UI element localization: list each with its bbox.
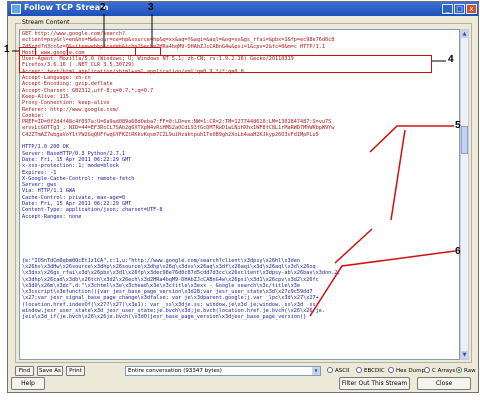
- chevron-down-icon[interactable]: ▼: [312, 367, 320, 375]
- app-icon: [11, 4, 21, 14]
- scroll-up-icon[interactable]: ▲: [461, 30, 468, 38]
- callout-2: 2: [100, 2, 106, 13]
- callout-4: 4: [448, 54, 454, 65]
- save-as-button[interactable]: Save As: [37, 366, 63, 376]
- radio-raw-dot[interactable]: [456, 367, 462, 373]
- minimize-button[interactable]: _: [442, 4, 453, 14]
- radio-raw-label: Raw: [464, 368, 476, 374]
- help-button[interactable]: Help: [11, 377, 45, 390]
- radio-hex-dump-dot[interactable]: [388, 367, 394, 373]
- filter-out-stream-button[interactable]: Filter Out This Stream: [339, 377, 410, 390]
- maximize-button[interactable]: □: [454, 4, 465, 14]
- title-bar[interactable]: Follow TCP Stream _ □ x: [8, 2, 478, 16]
- radio-ascii-label: ASCII: [335, 368, 350, 374]
- callout-5: 5: [455, 120, 461, 131]
- stream-content-label: Stream Content: [21, 19, 71, 26]
- callout-3: 3: [148, 2, 154, 13]
- print-button[interactable]: Print: [66, 366, 85, 376]
- radio-c-arrays[interactable]: C Arrays: [424, 367, 455, 374]
- radio-c-arrays-label: C Arrays: [432, 368, 456, 374]
- radio-ebcdic[interactable]: EBCDIC: [356, 367, 385, 374]
- scroll-down-icon[interactable]: ▼: [461, 351, 468, 359]
- find-button[interactable]: Find: [15, 366, 34, 376]
- close-window-button[interactable]: x: [466, 4, 477, 14]
- callout-6: 6: [455, 246, 461, 257]
- vertical-scrollbar[interactable]: ▲ ▼: [460, 29, 469, 360]
- close-button[interactable]: Close: [417, 377, 471, 390]
- radio-ebcdic-label: EBCDIC: [364, 368, 385, 374]
- query-string-highlight: [19, 55, 432, 73]
- radio-ebcdic-dot[interactable]: [356, 367, 362, 373]
- scroll-thumb[interactable]: [461, 126, 468, 154]
- conversation-select[interactable]: Entire conversation (93347 bytes) ▼: [125, 366, 321, 376]
- stream-controls: Find Save As Print Entire conversation (…: [15, 366, 476, 376]
- radio-ascii-dot[interactable]: [327, 367, 333, 373]
- callout-1: 1: [4, 44, 10, 55]
- radio-raw[interactable]: Raw: [456, 367, 476, 374]
- stream-content-text[interactable]: GET http://www.google.com/search? ectient…: [19, 29, 460, 360]
- radio-hex-dump-label: Hex Dump: [396, 368, 425, 374]
- radio-ascii[interactable]: ASCII: [327, 367, 349, 374]
- window-title: Follow TCP Stream: [24, 3, 109, 12]
- radio-c-arrays-dot[interactable]: [424, 367, 430, 373]
- conversation-select-value: Entire conversation (93347 bytes): [128, 368, 222, 374]
- response-line: jeis\x3d_if(je.bvch\x26\x26je.bvch(\x3d0…: [22, 314, 307, 321]
- radio-hex-dump[interactable]: Hex Dump: [388, 367, 425, 374]
